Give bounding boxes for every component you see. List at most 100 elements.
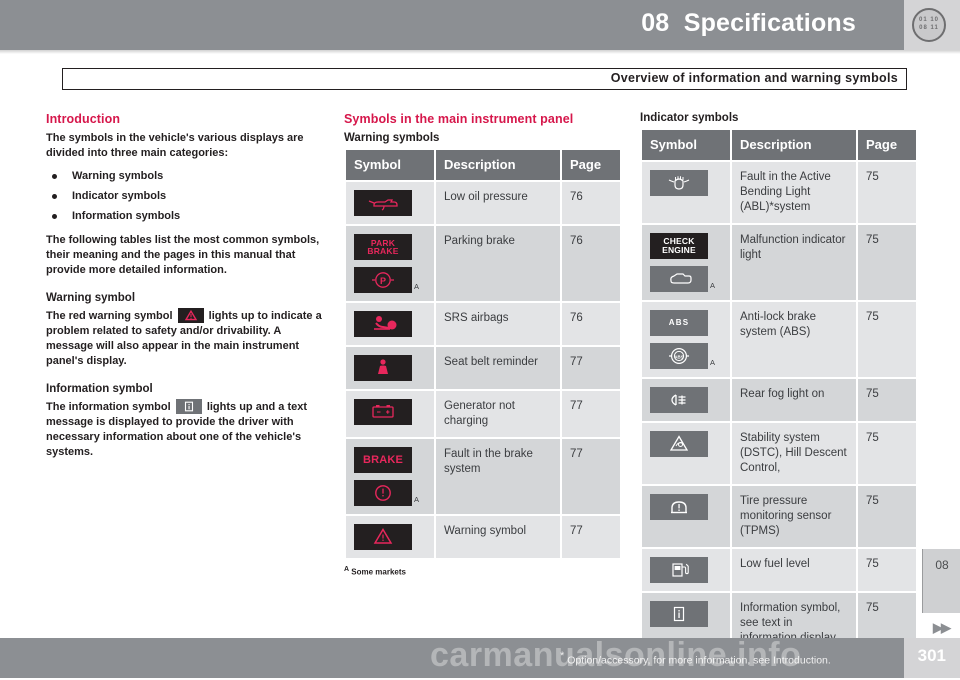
page-cell: 75 bbox=[858, 379, 916, 421]
column-indicator-symbols: Indicator symbols Symbol Description Pag… bbox=[640, 112, 918, 656]
description-cell: Low oil pressure bbox=[436, 182, 560, 224]
srs-airbag-icon bbox=[354, 311, 412, 337]
description-cell: Parking brake bbox=[436, 226, 560, 301]
footnote-text: Some markets bbox=[351, 567, 406, 577]
description-cell: Tire pressure monitoring sensor (TPMS) bbox=[732, 486, 856, 547]
page-header: 08 Specifications 01 10 08 11 bbox=[0, 0, 960, 50]
footnote-marker: A bbox=[414, 282, 420, 291]
section-title: Overview of information and warning symb… bbox=[610, 71, 898, 85]
list-item: Information symbols bbox=[46, 209, 331, 224]
chapter-tab-number: 08 bbox=[935, 558, 949, 572]
table-row: SRS airbags 76 bbox=[346, 303, 620, 345]
warning-triangle-icon bbox=[177, 308, 204, 323]
rear-fog-light-icon bbox=[650, 387, 708, 413]
warning-symbol-heading: Warning symbol bbox=[46, 292, 136, 304]
description-cell: Low fuel level bbox=[732, 549, 856, 591]
section-title-bar: Overview of information and warning symb… bbox=[62, 68, 907, 90]
stability-control-icon bbox=[650, 431, 708, 457]
table-row: Generator not charging 77 bbox=[346, 391, 620, 437]
abs-label: ABS bbox=[668, 317, 690, 327]
chapter-number: 08 bbox=[641, 9, 670, 37]
description-cell: Anti-lock brake system (ABS) bbox=[732, 302, 856, 377]
warning-triangle-icon bbox=[354, 524, 412, 550]
page-cell: 75 bbox=[858, 423, 916, 484]
brake-text-icon: BRAKE bbox=[354, 447, 412, 473]
next-page-arrows-icon[interactable]: ▶▶ bbox=[922, 620, 960, 638]
symbol-cell bbox=[346, 516, 434, 558]
column-header-symbol: Symbol bbox=[346, 150, 434, 180]
symbol-cell bbox=[642, 162, 730, 223]
symbol-category-list: Warning symbols Indicator symbols Inform… bbox=[46, 169, 331, 224]
page-cell: 77 bbox=[562, 516, 620, 558]
column-header-description: Description bbox=[732, 130, 856, 160]
column-header-symbol: Symbol bbox=[642, 130, 730, 160]
seat-belt-icon bbox=[354, 355, 412, 381]
warning-symbol-paragraph: The red warning symbol lights up to indi… bbox=[46, 308, 331, 369]
description-cell: Generator not charging bbox=[436, 391, 560, 437]
table-row: CHECK ENGINE A Malfunction indicator lig… bbox=[642, 225, 916, 300]
table-row: PARK BRAKE P A Parking brake 76 bbox=[346, 226, 620, 301]
table-header-row: Symbol Description Page bbox=[642, 130, 916, 160]
header-badge-box: 01 10 08 11 bbox=[904, 0, 960, 50]
table-header-row: Symbol Description Page bbox=[346, 150, 620, 180]
page-cell: 75 bbox=[858, 302, 916, 377]
symbol-cell bbox=[642, 549, 730, 591]
introduction-paragraph: The symbols in the vehicle's various dis… bbox=[46, 132, 304, 159]
page-cell: 76 bbox=[562, 182, 620, 224]
chapter-title: Specifications bbox=[683, 9, 856, 37]
chapter-heading: 08 Specifications bbox=[641, 9, 856, 38]
footnote-marker: A bbox=[710, 358, 716, 367]
table-row: ABS ABS A Anti-lock brake system (ABS) 7… bbox=[642, 302, 916, 377]
warning-text-before: The red warning symbol bbox=[46, 310, 173, 322]
table-row: Rear fog light on 75 bbox=[642, 379, 916, 421]
page-cell: 76 bbox=[562, 303, 620, 345]
fuel-pump-icon bbox=[650, 557, 708, 583]
table-row: Stability system (DSTC), Hill Descent Co… bbox=[642, 423, 916, 484]
symbol-cell: ABS ABS A bbox=[642, 302, 730, 377]
column-header-description: Description bbox=[436, 150, 560, 180]
battery-icon bbox=[354, 399, 412, 425]
description-cell: Stability system (DSTC), Hill Descent Co… bbox=[732, 423, 856, 484]
information-symbol-heading: Information symbol bbox=[46, 383, 153, 395]
description-cell: Fault in the Active Bending Light (ABL)*… bbox=[732, 162, 856, 223]
symbol-cell bbox=[346, 347, 434, 389]
symbol-cell bbox=[642, 423, 730, 484]
abs-text-icon: ABS bbox=[650, 310, 708, 336]
option-footnote-marker: * bbox=[560, 650, 565, 662]
symbol-cell bbox=[642, 486, 730, 547]
page-footer: * Option/accessory, for more information… bbox=[0, 638, 960, 678]
manual-page: 08 Specifications 01 10 08 11 Overview o… bbox=[0, 0, 960, 678]
page-cell: 77 bbox=[562, 347, 620, 389]
indicator-symbols-heading: Indicator symbols bbox=[640, 112, 739, 124]
description-cell: Malfunction indicator light bbox=[732, 225, 856, 300]
symbol-cell bbox=[346, 182, 434, 224]
warning-symbols-table: Symbol Description Page Low oil pressure… bbox=[344, 148, 622, 560]
information-i-icon bbox=[650, 601, 708, 627]
engine-outline-icon bbox=[650, 266, 708, 292]
page-cell: 75 bbox=[858, 225, 916, 300]
symbol-cell bbox=[642, 379, 730, 421]
oil-can-icon bbox=[354, 190, 412, 216]
footnote-marker: A bbox=[710, 281, 716, 290]
table-row: BRAKE A Fault in the brake system 77 bbox=[346, 439, 620, 514]
description-cell: SRS airbags bbox=[436, 303, 560, 345]
tpms-icon bbox=[650, 494, 708, 520]
symbol-cell bbox=[346, 391, 434, 437]
column-introduction: Introduction The symbols in the vehicle'… bbox=[46, 112, 331, 468]
header-shadow bbox=[0, 50, 960, 54]
symbol-cell: CHECK ENGINE A bbox=[642, 225, 730, 300]
page-cell: 77 bbox=[562, 439, 620, 514]
table-row: Tire pressure monitoring sensor (TPMS) 7… bbox=[642, 486, 916, 547]
description-cell: Warning symbol bbox=[436, 516, 560, 558]
symbol-cell: BRAKE A bbox=[346, 439, 434, 514]
symbol-cell: PARK BRAKE P A bbox=[346, 226, 434, 301]
park-brake-line-2: BRAKE bbox=[367, 246, 399, 256]
badge-number-line-1: 01 10 bbox=[918, 17, 939, 23]
active-bending-light-icon bbox=[650, 170, 708, 196]
page-cell: 77 bbox=[562, 391, 620, 437]
abs-circle-icon: ABS bbox=[650, 343, 708, 369]
information-symbol-paragraph: The information symbol lights up and a t… bbox=[46, 399, 331, 460]
table-row: Low fuel level 75 bbox=[642, 549, 916, 591]
volvo-badge-icon: 01 10 08 11 bbox=[912, 8, 946, 42]
chapter-tab[interactable]: 08 bbox=[922, 549, 960, 613]
